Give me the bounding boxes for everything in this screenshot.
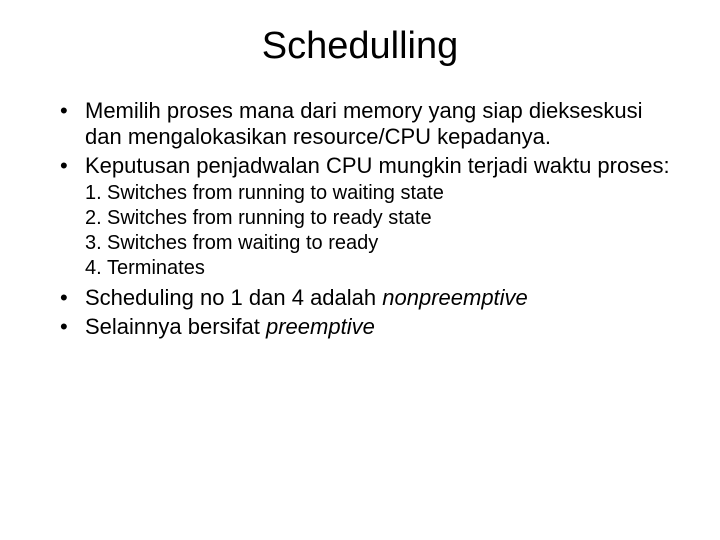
bullet-text: Memilih proses mana dari memory yang sia… [85,98,680,151]
bullet-text: Keputusan penjadwalan CPU mungkin terjad… [85,153,680,179]
bullet-item: • Selainnya bersifat preemptive [60,314,680,340]
item-text: Switches from waiting to ready [107,231,378,256]
bullet-text: Scheduling no 1 dan 4 adalah nonpreempti… [85,285,680,311]
bullet-mark: • [60,98,85,151]
item-number: 1. [85,181,107,206]
item-text: Terminates [107,256,205,281]
slide-title: Schedulling [40,25,680,68]
item-text: Switches from running to ready state [107,206,432,231]
text-run: Scheduling no 1 dan 4 adalah [85,285,382,310]
bullet-item: • Scheduling no 1 dan 4 adalah nonpreemp… [60,285,680,311]
numbered-sublist: 1. Switches from running to waiting stat… [60,181,680,281]
list-item: 2. Switches from running to ready state [85,206,680,231]
bullet-item: • Memilih proses mana dari memory yang s… [60,98,680,151]
slide-body: • Memilih proses mana dari memory yang s… [40,98,680,340]
emphasis-text: nonpreemptive [382,285,528,310]
item-number: 4. [85,256,107,281]
item-number: 2. [85,206,107,231]
text-run: Selainnya bersifat [85,314,266,339]
bullet-mark: • [60,285,85,311]
list-item: 4. Terminates [85,256,680,281]
emphasis-text: preemptive [266,314,375,339]
bullet-item: • Keputusan penjadwalan CPU mungkin terj… [60,153,680,179]
item-number: 3. [85,231,107,256]
bullet-text: Selainnya bersifat preemptive [85,314,680,340]
bullet-mark: • [60,314,85,340]
list-item: 3. Switches from waiting to ready [85,231,680,256]
item-text: Switches from running to waiting state [107,181,444,206]
bullet-mark: • [60,153,85,179]
list-item: 1. Switches from running to waiting stat… [85,181,680,206]
